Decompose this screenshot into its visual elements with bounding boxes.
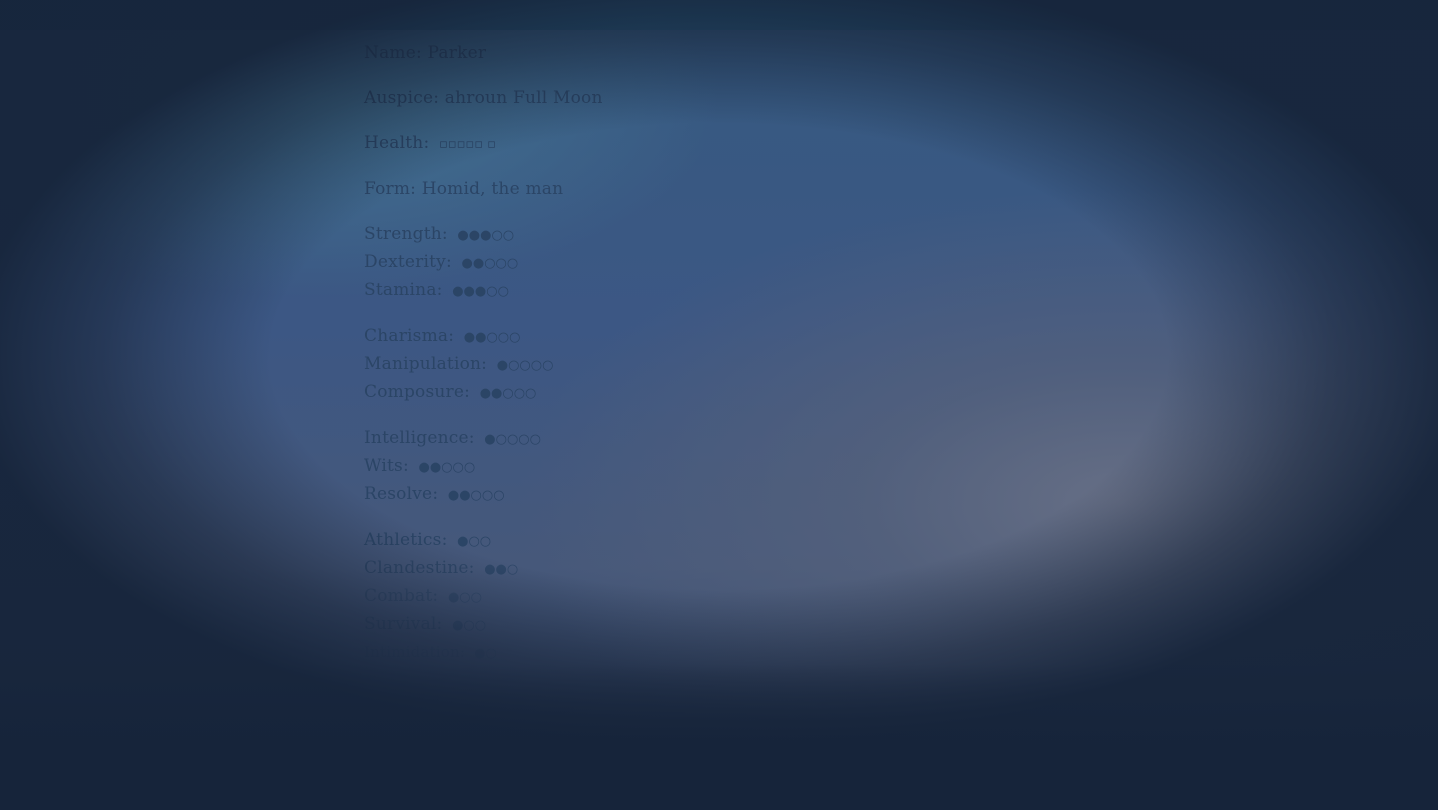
skill-label: Combat: [364,586,439,606]
skill-dots: ●○○ [452,618,487,633]
auspice-row: Auspice: ahroun Full Moon [364,85,603,112]
attribute-label: Wits: [364,456,409,476]
attribute-dots: ●○○○○ [484,432,541,447]
attribute-dots: ●○○○○ [496,358,554,373]
skill-dots: ●●○ [484,562,519,577]
skill-label: Athletics: [364,530,448,550]
skill-row: Athletics: ●○○ [364,527,603,555]
attribute-dots: ●●○○○ [461,256,519,271]
attribute-label: Charisma: [364,326,455,346]
attribute-row: Intelligence: ●○○○○ [364,425,603,453]
attribute-dots: ●●○○○ [447,488,505,503]
name-value: Parker [427,43,487,63]
attribute-row: Strength: ●●●○○ [364,221,603,249]
attribute-row: Stamina: ●●●○○ [364,277,603,305]
attribute-label: Composure: [364,382,471,402]
skill-row: Clandestine: ●●○ [364,555,603,583]
background [0,0,1438,810]
skill-dots: ●○○ [457,534,492,549]
skill-row: Combat: ●○○ [364,583,603,611]
mental-attributes: Intelligence: ●○○○○ Wits: ●●○○○ Resolve:… [364,425,603,509]
attribute-label: Manipulation: [364,354,488,374]
name-row: Name: Parker [364,40,603,67]
social-attributes: Charisma: ●●○○○ Manipulation: ●○○○○ Comp… [364,323,603,407]
attribute-label: Strength: [364,224,448,244]
character-sheet: Name: Parker Auspice: ahroun Full Moon H… [364,40,603,667]
skill-row: Survival: ●○○ [364,611,603,639]
attribute-row: Composure: ●●○○○ [364,379,603,407]
skill-row: Intimidation: ●○ [364,639,603,667]
attribute-label: Dexterity: [364,252,452,272]
attribute-row: Resolve: ●●○○○ [364,481,603,509]
attribute-label: Resolve: [364,484,439,504]
attribute-row: Wits: ●●○○○ [364,453,603,481]
skills: Athletics: ●○○ Clandestine: ●●○ Combat: … [364,527,603,667]
form-label: Form: [364,179,417,199]
auspice-value: ahroun Full Moon [444,88,603,108]
health-row: Health: ▫▫▫▫▫ ▫ [364,130,603,158]
attribute-dots: ●●○○○ [463,330,521,345]
attribute-dots: ●●●○○ [452,284,509,299]
attribute-row: Manipulation: ●○○○○ [364,351,603,379]
skill-dots: ●○ [474,646,497,661]
physical-attributes: Strength: ●●●○○ Dexterity: ●●○○○ Stamina… [364,221,603,305]
health-boxes: ▫▫▫▫▫ ▫ [438,137,496,152]
attribute-dots: ●●○○○ [418,460,476,475]
skill-label: Clandestine: [364,558,475,578]
name-label: Name: [364,43,422,63]
auspice-label: Auspice: [364,88,440,108]
skill-label: Survival: [364,614,443,634]
skill-label: Intimidation: [364,643,466,661]
attribute-dots: ●●○○○ [479,386,537,401]
attribute-dots: ●●●○○ [457,228,515,243]
health-label: Health: [364,133,430,153]
top-bar [0,0,1438,30]
form-row: Form: Homid, the man [364,176,603,203]
form-value: Homid, the man [421,179,564,199]
attribute-row: Charisma: ●●○○○ [364,323,603,351]
attribute-row: Dexterity: ●●○○○ [364,249,603,277]
attribute-label: Stamina: [364,280,443,300]
skill-dots: ●○○ [447,590,482,605]
attribute-label: Intelligence: [364,428,475,448]
